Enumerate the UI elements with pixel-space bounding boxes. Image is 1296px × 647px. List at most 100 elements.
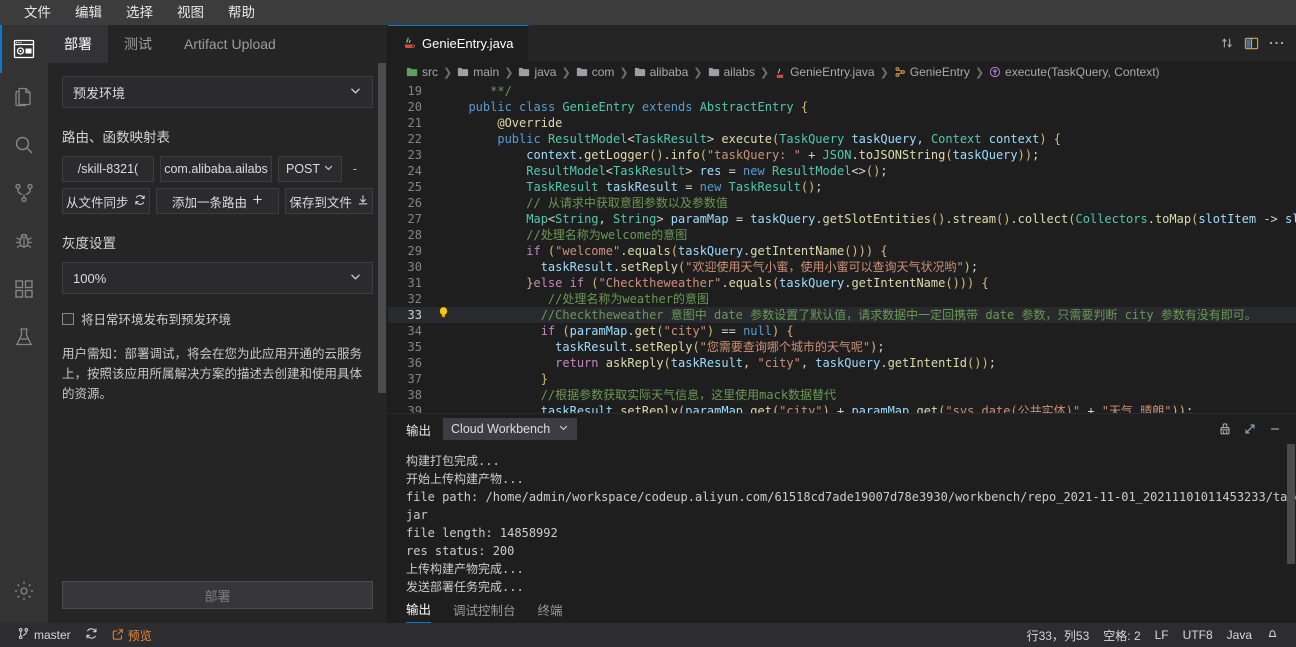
code-line[interactable]: 24 ResultModel<TaskResult> res = new Res… [388,163,1296,179]
chevron-down-icon [349,84,362,100]
tab-test[interactable]: 测试 [108,25,168,63]
line-number: 31 [407,276,422,290]
code-line[interactable]: 19 **/ [388,83,1296,99]
output-content[interactable]: 构建打包完成... 开始上传构建产物... file path: /home/adm… [388,444,1296,597]
output-line: res status: 200 [406,544,515,558]
code-lines[interactable]: 19 **/20 public class GenieEntry extends… [388,83,1296,413]
breadcrumb-item-alibaba[interactable]: alibaba [634,65,688,79]
activity-item-testing[interactable] [0,313,48,361]
status-cursor-position[interactable]: 行33，列53 [1020,623,1097,647]
code-line[interactable]: 21 @Override [388,115,1296,131]
output-scroll-thumb[interactable] [1287,444,1295,564]
breadcrumb-item-main[interactable]: main [457,65,499,79]
activity-item-debug[interactable] [0,217,48,265]
maximize-panel-icon[interactable] [1243,422,1257,436]
panel-title-output[interactable]: 输出 [406,420,431,439]
code-line[interactable]: 34 if (paramMap.get("city") == null) { [388,323,1296,339]
code-line[interactable]: 22 public ResultModel<TaskResult> execut… [388,131,1296,147]
line-number: 37 [407,372,422,386]
output-scrollbar[interactable] [1286,444,1296,597]
checkbox-box[interactable] [62,312,74,325]
code-line[interactable]: 39 taskResult.setReply(paramMap.get("cit… [388,403,1296,413]
clear-output-icon[interactable] [1218,422,1232,436]
line-number: 27 [407,212,422,226]
code-line[interactable]: 31 }else if ("Checktheweather".equals(ta… [388,275,1296,291]
line-number: 23 [407,148,422,162]
publish-daily-to-prepub-checkbox[interactable]: 将日常环境发布到预发环境 [62,309,373,328]
activity-item-source-control[interactable] [0,169,48,217]
activity-item-extensions[interactable] [0,265,48,313]
output-line: 上传构建产物完成... [406,562,524,576]
code-line[interactable]: 30 taskResult.setReply("欢迎使用天气小蜜，使用小蜜可以查… [388,259,1296,275]
code-line[interactable]: 33 //Checktheweather 意图中 date 参数设置了默认值，请… [388,307,1296,323]
tab-artifact-upload[interactable]: Artifact Upload [168,25,292,63]
status-notifications[interactable] [1259,623,1286,647]
code-editor[interactable]: 19 **/20 public class GenieEntry extends… [388,83,1296,413]
activity-item-explorer[interactable] [0,73,48,121]
source-control-branch-icon [17,627,30,643]
toggle-changes-icon[interactable] [1220,36,1234,50]
breadcrumb-item-method[interactable]: execute(TaskQuery, Context) [989,65,1160,79]
menu-view[interactable]: 视图 [165,2,216,24]
breadcrumb-item-file[interactable]: GenieEntry.java [774,65,875,79]
line-number: 38 [407,388,422,402]
gray-percent-select[interactable]: 100% [62,262,373,294]
route-path-input[interactable]: /skill-8321( [62,156,154,182]
status-indentation[interactable]: 空格: 2 [1096,623,1147,647]
status-preview[interactable]: 预览 [105,623,159,647]
code-line[interactable]: 27 Map<String, String> paramMap = taskQu… [388,211,1296,227]
code-line[interactable]: 25 TaskResult taskResult = new TaskResul… [388,179,1296,195]
status-sync[interactable] [78,623,105,647]
breadcrumb-item-java[interactable]: java [518,65,556,79]
code-line[interactable]: 37 } [388,371,1296,387]
route-class-input[interactable]: com.alibaba.ailabs [160,156,272,182]
code-line[interactable]: 29 if ("welcome".equals(taskQuery.getInt… [388,243,1296,259]
breadcrumb-item-com[interactable]: com [576,65,614,79]
code-line[interactable]: 32 //处理名称为weather的意图 [388,291,1296,307]
tab-deploy[interactable]: 部署 [48,25,108,63]
route-delete-button[interactable]: - [348,156,362,182]
editor-tab-genieentry[interactable]: GenieEntry.java [388,25,529,61]
add-route-button[interactable]: 添加一条路由 [155,188,280,214]
line-number: 25 [407,180,422,194]
menu-select[interactable]: 选择 [114,2,165,24]
status-eol[interactable]: LF [1148,623,1176,647]
status-encoding[interactable]: UTF8 [1176,623,1220,647]
panel-tab-output[interactable]: 输出 [406,599,432,623]
code-line-text: if (paramMap.get("city") == null) { [540,324,794,338]
environment-select[interactable]: 预发环境 [62,76,373,108]
status-branch[interactable]: master [10,623,78,647]
breadcrumb-item-ailabs[interactable]: ailabs [708,65,755,79]
breadcrumb-item-src[interactable]: src [406,65,438,79]
code-line[interactable]: 38 //根据参数获取实际天气信息，这里使用mack数据替代 [388,387,1296,403]
menu-file[interactable]: 文件 [12,2,63,24]
side-panel-scroll-thumb[interactable] [378,63,386,393]
code-line[interactable]: 36 return askReply(taskResult, "city", t… [388,355,1296,371]
menu-help[interactable]: 帮助 [216,2,267,24]
close-panel-icon[interactable] [1268,422,1282,436]
code-line[interactable]: 26 // 从请求中获取意图参数以及参数值 [388,195,1296,211]
deploy-button[interactable]: 部署 [62,581,373,609]
output-channel-select[interactable]: Cloud Workbench [443,418,578,440]
route-method-select[interactable]: POST [278,156,342,182]
panel-tab-terminal[interactable]: 终端 [538,600,563,623]
activity-item-workbench[interactable] [0,25,48,73]
code-line[interactable]: 20 public class GenieEntry extends Abstr… [388,99,1296,115]
save-to-file-button[interactable]: 保存到文件 [285,188,373,214]
sync-from-file-button[interactable]: 从文件同步 [62,188,150,214]
code-line[interactable]: 35 taskResult.setReply("您需要查询哪个城市的天气呢"); [388,339,1296,355]
breadcrumb-item-class[interactable]: GenieEntry [894,65,970,79]
route-method-value: POST [286,162,321,176]
more-actions-icon[interactable] [1269,40,1284,46]
activity-item-settings[interactable] [0,567,48,615]
code-line[interactable]: 28 //处理名称为welcome的意图 [388,227,1296,243]
panel-tab-debug-console[interactable]: 调试控制台 [453,600,516,623]
save-to-file-label: 保存到文件 [289,195,352,210]
side-panel-scrollbar[interactable] [377,63,387,571]
output-line: 发送部署任务完成... [406,580,524,594]
activity-item-search[interactable] [0,121,48,169]
status-language-mode[interactable]: Java [1220,623,1259,647]
menu-edit[interactable]: 编辑 [63,2,114,24]
code-line[interactable]: 23 context.getLogger().info("taskQuery: … [388,147,1296,163]
split-editor-icon[interactable] [1244,36,1259,51]
